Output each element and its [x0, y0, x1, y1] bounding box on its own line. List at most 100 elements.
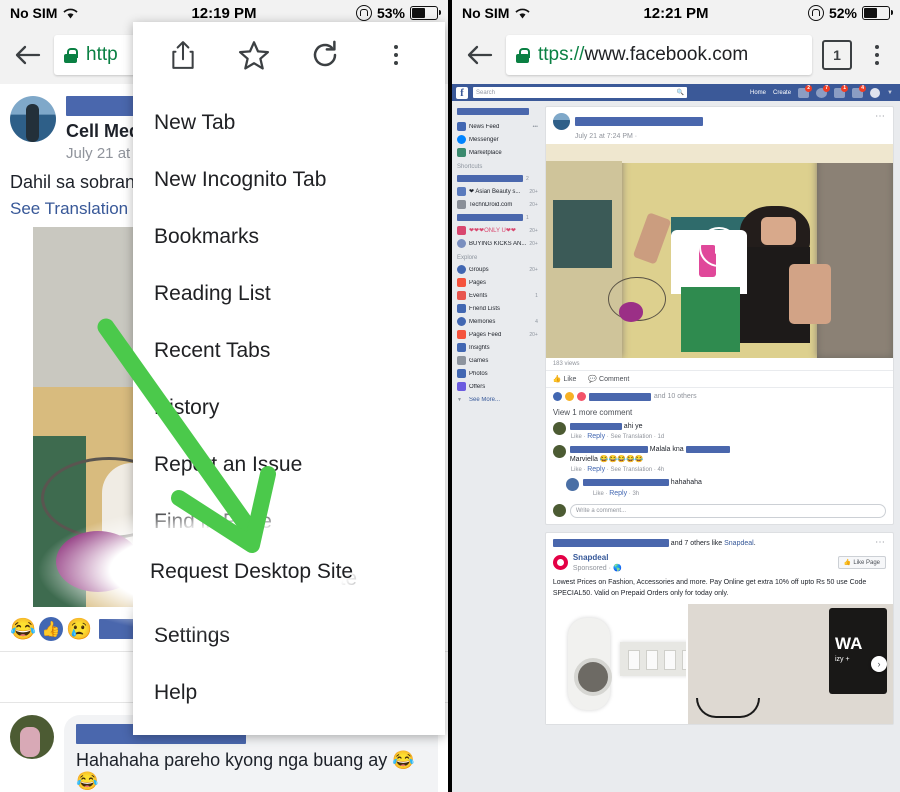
sidebar-item-events[interactable]: Events 1: [457, 289, 538, 302]
comment-translate-link[interactable]: See Translation: [610, 467, 652, 473]
like-button[interactable]: 👍 Like: [553, 375, 577, 383]
sidebar-label: BUYING KICKS AN...: [469, 240, 527, 247]
post-video[interactable]: [545, 144, 893, 358]
view-more-comments-link[interactable]: View 1 more comment: [546, 405, 893, 420]
comment-item-reply: hahahaha Like · Reply · 3h: [546, 476, 893, 499]
ad-product-image-2[interactable]: WA izy + ›: [687, 604, 893, 725]
next-arrow-icon[interactable]: ›: [871, 656, 887, 673]
sidebar-item-news-feed[interactable]: News Feed •••: [457, 120, 538, 133]
menu-item-reading-list[interactable]: Reading List: [133, 265, 445, 322]
avatar[interactable]: [552, 113, 570, 130]
comment-input[interactable]: Write a comment...: [569, 503, 886, 518]
notifications-icon[interactable]: 1: [834, 84, 849, 98]
sidebar-shortcut-item[interactable]: 1: [457, 211, 538, 224]
chevron-down-icon[interactable]: ▼: [887, 90, 893, 96]
redacted-commenter-name: [582, 478, 669, 486]
menu-item-new-tab[interactable]: New Tab: [133, 94, 445, 151]
memories-icon: [457, 317, 466, 326]
avatar[interactable]: [552, 445, 566, 459]
bookmark-star-icon[interactable]: [230, 31, 278, 79]
comment-like-link[interactable]: Like: [571, 467, 582, 473]
sidebar-shortcut-item[interactable]: TechnDroid.com 20+: [457, 198, 538, 211]
back-arrow-icon[interactable]: [460, 35, 500, 75]
comment-text: ahi ye: [569, 422, 886, 431]
ad-page-link[interactable]: Snapdeal: [724, 540, 754, 547]
avatar[interactable]: [10, 715, 54, 759]
friend-requests-icon[interactable]: 2: [798, 84, 813, 98]
tab-count-button[interactable]: 1: [822, 40, 852, 70]
sidebar-item-messenger[interactable]: Messenger: [457, 133, 538, 146]
comment-text-line2: Marviella 😂😂😂😂😂: [569, 455, 644, 463]
post-more-icon[interactable]: ⋯: [875, 533, 893, 547]
messenger-icon[interactable]: 7: [816, 84, 831, 98]
sidebar-label: Offers: [469, 383, 486, 390]
comment-button[interactable]: 💬 Comment: [588, 375, 629, 383]
sidebar-shortcut-item[interactable]: ❤ Asian Beauty s... 20+: [457, 185, 538, 198]
sidebar-item-groups[interactable]: Groups 20+: [457, 263, 538, 276]
battery-icon: [862, 6, 893, 20]
product-label-text: WA: [835, 634, 863, 654]
sidebar-item-pages[interactable]: Pages: [457, 276, 538, 289]
comment-like-link[interactable]: Like: [593, 491, 604, 497]
comment-like-link[interactable]: Like: [571, 434, 582, 440]
pages-badge: 4: [859, 84, 867, 92]
rotation-lock-icon: [355, 5, 372, 21]
avatar[interactable]: [10, 96, 56, 142]
menu-item-find-in-page[interactable]: Find in Page: [133, 493, 445, 550]
account-icon[interactable]: [870, 87, 881, 98]
nav-link-home[interactable]: Home: [750, 90, 766, 96]
product-cable: [695, 698, 760, 719]
sidebar-count: 4: [535, 318, 538, 325]
sidebar-shortcut-item[interactable]: ❤❤❤ONLY U❤❤ 20+: [457, 224, 538, 237]
reload-icon[interactable]: [301, 31, 349, 79]
facebook-body: News Feed ••• Messenger Marketplace Shor…: [452, 101, 900, 792]
sidebar-item-friend-lists[interactable]: Friend Lists: [457, 302, 538, 315]
advertiser-name[interactable]: Snapdeal: [573, 553, 622, 562]
nav-link-create[interactable]: Create: [773, 90, 791, 96]
sidebar-item-memories[interactable]: Memories 4: [457, 315, 538, 328]
sidebar-item-insights[interactable]: Insights: [457, 341, 538, 354]
sidebar-item-marketplace[interactable]: Marketplace: [457, 146, 538, 159]
ad-carousel[interactable]: WA izy + ›: [545, 604, 893, 725]
sidebar-see-more[interactable]: ▼ See More...: [457, 393, 538, 406]
search-input[interactable]: Search 🔍: [473, 87, 687, 98]
facebook-logo[interactable]: f: [456, 86, 468, 99]
comment-translate-link[interactable]: See Translation: [610, 434, 652, 440]
comment-reply-link[interactable]: Reply: [587, 433, 605, 440]
comment-item: Malala kna Marviella 😂😂😂😂😂 Like · Reply …: [546, 443, 893, 476]
chrome-overflow-menu[interactable]: New Tab New Incognito Tab Bookmarks Read…: [133, 22, 445, 735]
share-icon[interactable]: [159, 31, 207, 79]
facebook-sidebar: News Feed ••• Messenger Marketplace Shor…: [452, 101, 541, 792]
address-bar[interactable]: ttps://www.facebook.com: [506, 35, 812, 75]
menu-item-history[interactable]: History: [133, 379, 445, 436]
menu-item-report-an-issue[interactable]: Report an Issue: [133, 436, 445, 493]
post-more-icon[interactable]: ⋯: [875, 112, 886, 122]
sidebar-item-games[interactable]: Games: [457, 354, 538, 367]
sidebar-item-pages-feed[interactable]: Pages Feed 20+: [457, 328, 538, 341]
comment-reply-link[interactable]: Reply: [609, 490, 627, 497]
menu-item-bookmarks[interactable]: Bookmarks: [133, 208, 445, 265]
sidebar-item-offers[interactable]: Offers: [457, 380, 538, 393]
play-button-icon[interactable]: [699, 226, 740, 267]
menu-item-recent-tabs[interactable]: Recent Tabs: [133, 322, 445, 379]
sidebar-shortcut-item[interactable]: 2: [457, 172, 538, 185]
sidebar-item-photos[interactable]: Photos: [457, 367, 538, 380]
menu-item-help[interactable]: Help: [133, 664, 445, 721]
sidebar-shortcut-item[interactable]: BUYING KICKS AN... 20+: [457, 237, 538, 250]
menu-item-settings[interactable]: Settings: [133, 607, 445, 664]
menu-item-request-desktop-site[interactable]: Request Desktop Site: [133, 550, 445, 607]
avatar[interactable]: [552, 504, 566, 518]
menu-item-new-incognito-tab[interactable]: New Incognito Tab: [133, 151, 445, 208]
snapdeal-logo-icon[interactable]: [552, 555, 568, 571]
more-options-icon[interactable]: [372, 31, 420, 79]
avatar[interactable]: [552, 422, 566, 435]
comment-reply-link[interactable]: Reply: [587, 466, 605, 473]
redacted-profile-name[interactable]: [457, 108, 529, 115]
more-options-icon[interactable]: [862, 35, 892, 75]
avatar[interactable]: [565, 478, 579, 492]
ad-product-image-1[interactable]: [545, 604, 686, 725]
back-arrow-icon[interactable]: [8, 35, 48, 75]
like-page-button[interactable]: 👍 Like Page: [837, 556, 886, 570]
pages-icon[interactable]: 4: [852, 84, 867, 98]
search-icon[interactable]: 🔍: [677, 89, 684, 96]
